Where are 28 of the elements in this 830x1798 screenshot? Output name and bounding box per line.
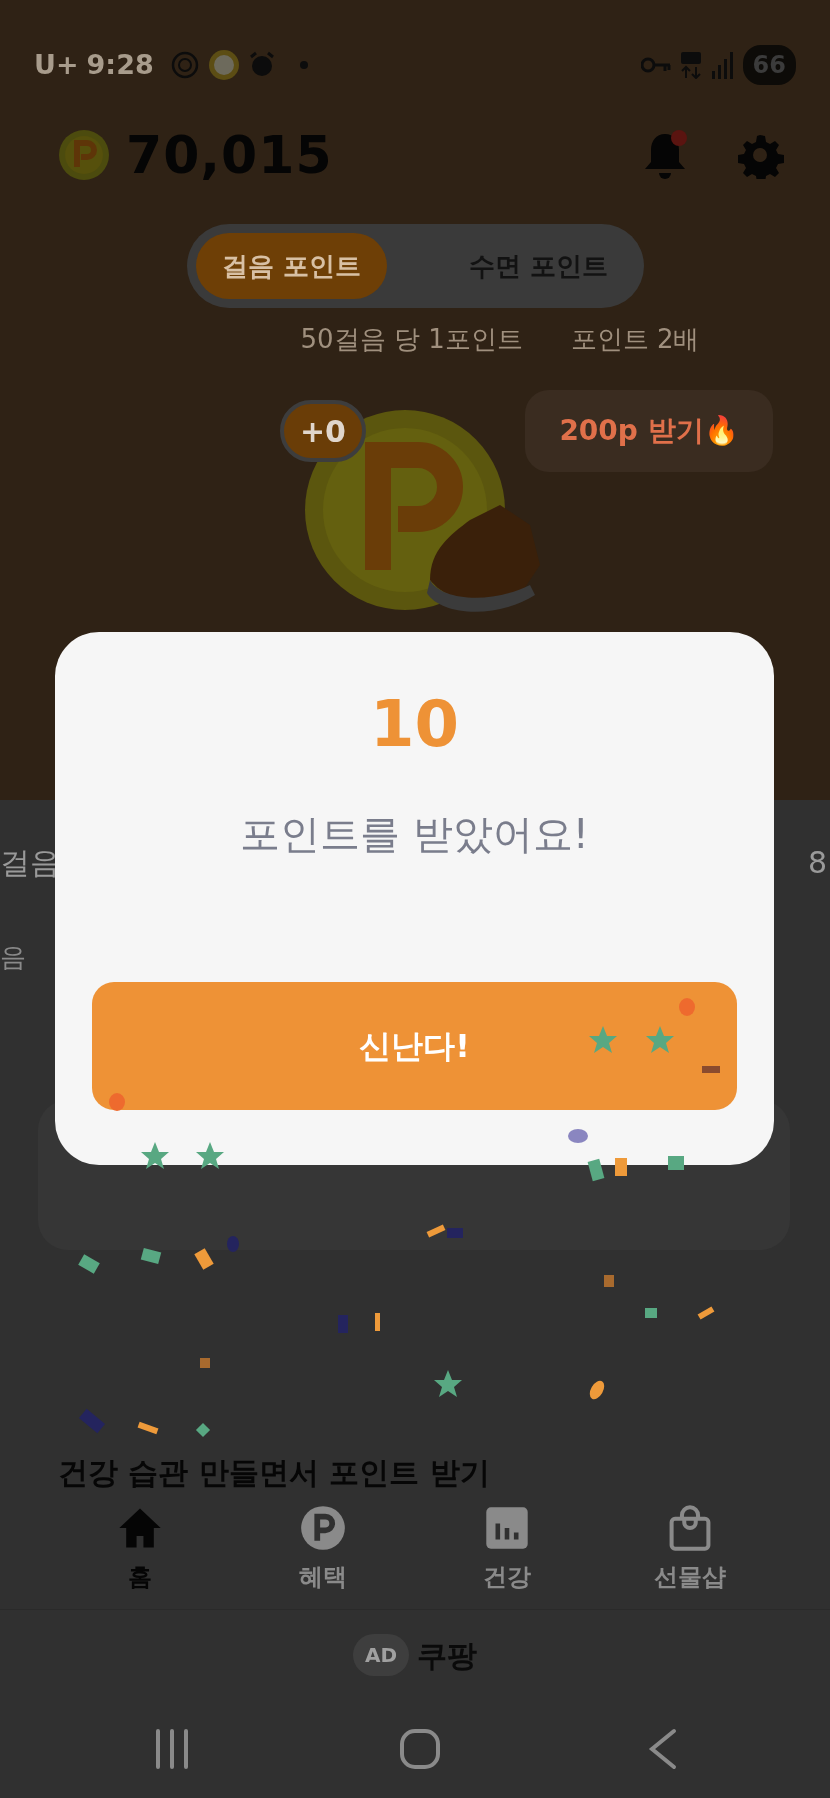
step-sublabel: 음 bbox=[0, 941, 26, 974]
home-button-icon[interactable] bbox=[399, 1728, 441, 1770]
reward-amount: 10 bbox=[369, 692, 460, 756]
step-label: 걸음 bbox=[0, 844, 60, 882]
rate-text: 포인트 2배 bbox=[570, 323, 700, 356]
confirm-button[interactable]: 신난다! bbox=[92, 982, 737, 1110]
mode-tab[interactable]: 걸음 포인트 bbox=[195, 233, 387, 299]
status-time: 9:28 bbox=[86, 47, 154, 82]
nav-tab[interactable]: 선물샵 bbox=[625, 1503, 756, 1596]
bonus-button[interactable]: 200p 받기🔥 bbox=[525, 390, 773, 472]
step-count: 8 bbox=[808, 844, 828, 882]
dot-icon bbox=[299, 61, 308, 69]
rate-text: 50걸음 당 1포인트 bbox=[300, 323, 523, 356]
reward-message: 포인트를 받았어요! bbox=[240, 810, 589, 859]
ad-badge: AD bbox=[353, 1634, 409, 1676]
alarm-icon bbox=[247, 51, 276, 79]
coin-icon bbox=[300, 1504, 347, 1551]
chart-icon bbox=[483, 1504, 530, 1551]
back-icon[interactable] bbox=[648, 1728, 679, 1770]
signal-icon bbox=[710, 51, 735, 79]
key-icon bbox=[640, 56, 671, 74]
aperture-icon bbox=[169, 50, 200, 80]
nav-tab[interactable]: 건강 bbox=[441, 1503, 572, 1596]
nav-tab[interactable]: 혜택 bbox=[258, 1503, 389, 1596]
coin-icon bbox=[58, 129, 110, 181]
points-gain-badge: +0 bbox=[280, 400, 366, 462]
network-icon bbox=[678, 51, 703, 79]
carrier-label: U+ bbox=[34, 47, 79, 82]
